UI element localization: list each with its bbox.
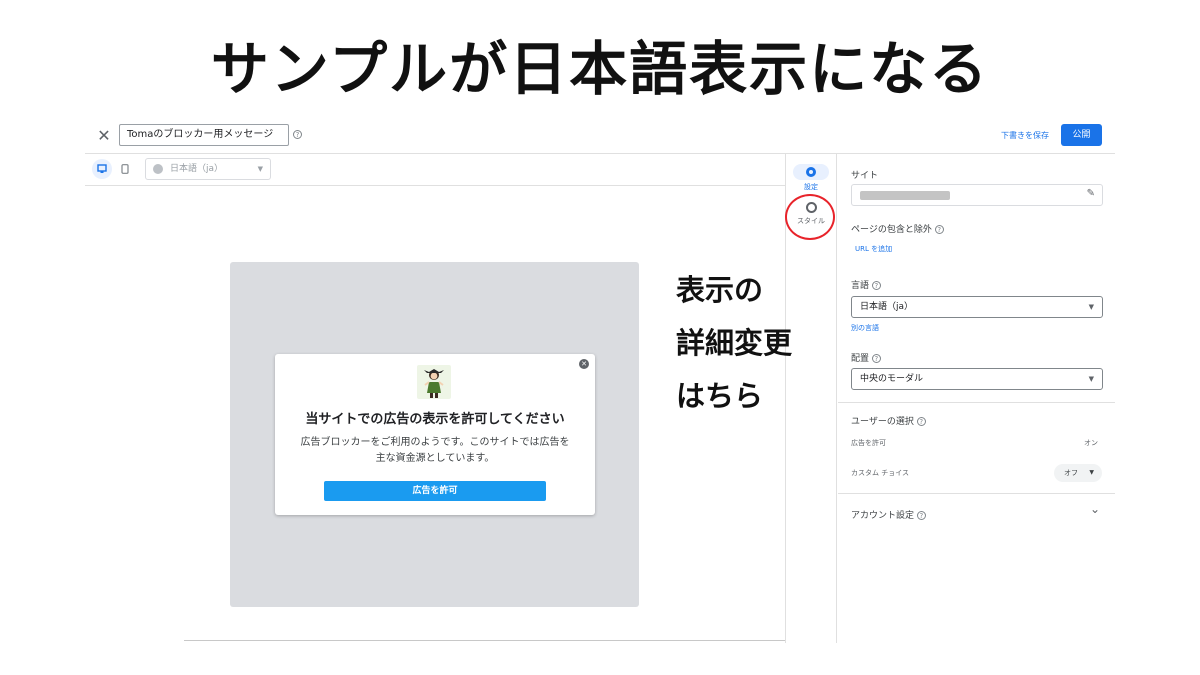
site-value-redacted bbox=[860, 191, 950, 200]
modal-body-line-1: 広告ブロッカーをご利用のようです。このサイトでは広告を bbox=[300, 437, 570, 448]
allow-ads-label: 広告を許可 bbox=[851, 439, 886, 447]
allow-ads-value: オン bbox=[1084, 439, 1098, 447]
annotation-line-1: 表示の bbox=[676, 273, 764, 307]
message-editor: ✕ Tomaのブロッカー用メッセージ ? 下書きを保存 公開 日本語（ja） ▼… bbox=[85, 118, 1115, 643]
rail-style-tab[interactable]: スタイル bbox=[785, 194, 835, 240]
headline: サンプルが日本語表示になる bbox=[210, 35, 990, 103]
close-icon[interactable]: ✕ bbox=[95, 126, 113, 145]
rail-settings-pill bbox=[793, 164, 829, 180]
placement-dropdown[interactable]: 中央のモーダル ▼ bbox=[851, 368, 1103, 390]
site-field[interactable]: ✎ bbox=[851, 184, 1103, 206]
mobile-preview-icon[interactable] bbox=[115, 159, 135, 179]
message-preview-area: ✕ 当サイトでの広告の表示を許可してください 広告ブロッカーをご利用のようです。… bbox=[230, 262, 639, 607]
help-icon[interactable]: ? bbox=[871, 281, 881, 290]
help-icon[interactable]: ? bbox=[916, 511, 926, 520]
chevron-down-icon: ▼ bbox=[1088, 375, 1094, 383]
preview-divider bbox=[184, 640, 785, 641]
highlight-ring bbox=[785, 194, 835, 240]
site-logo-avatar bbox=[417, 365, 451, 399]
page-include-text: ページの包含と除外 bbox=[851, 225, 932, 235]
annotation-line-3: はちら bbox=[676, 379, 764, 413]
placement-dropdown-value: 中央のモーダル bbox=[860, 374, 924, 384]
placement-label-text: 配置 bbox=[851, 354, 870, 364]
help-icon[interactable]: ? bbox=[871, 354, 881, 363]
placement-label: 配置 ? bbox=[851, 351, 881, 364]
preview-toolbar: 日本語（ja） ▼ bbox=[85, 154, 785, 186]
preview-language-value: 日本語（ja） bbox=[170, 164, 224, 174]
rail-settings-tab[interactable]: 設定 bbox=[791, 164, 831, 192]
site-label: サイト bbox=[851, 171, 879, 181]
publish-button[interactable]: 公開 bbox=[1061, 124, 1102, 146]
globe-icon bbox=[153, 164, 163, 174]
help-icon[interactable]: ? bbox=[916, 417, 926, 426]
modal-body-line-2: 主な資金源としています。 bbox=[375, 453, 495, 464]
add-url-link[interactable]: URL を追加 bbox=[855, 244, 892, 254]
panel-divider bbox=[838, 402, 1115, 403]
other-language-link[interactable]: 別の言語 bbox=[851, 323, 879, 333]
preview-modal: ✕ 当サイトでの広告の表示を許可してください 広告ブロッカーをご利用のようです。… bbox=[275, 354, 595, 515]
modal-body: 広告ブロッカーをご利用のようです。このサイトでは広告を 主な資金源としています。 bbox=[287, 435, 583, 467]
user-choice-label-text: ユーザーの選択 bbox=[851, 417, 914, 427]
annotation-text: 表示の 詳細変更 はちら bbox=[676, 264, 792, 423]
custom-choice-toggle[interactable]: オフ ▼ bbox=[1054, 464, 1102, 482]
account-settings-label: アカウント設定 bbox=[851, 511, 915, 521]
rail-settings-label: 設定 bbox=[804, 183, 818, 191]
user-choice-label: ユーザーの選択 ? bbox=[851, 414, 926, 427]
side-rail: 設定 スタイル bbox=[785, 154, 837, 643]
pencil-icon[interactable]: ✎ bbox=[1087, 188, 1095, 199]
language-label-text: 言語 bbox=[851, 281, 870, 291]
expand-chevron-icon[interactable]: ⌄ bbox=[1090, 502, 1100, 516]
chevron-down-icon: ▼ bbox=[257, 165, 263, 173]
help-icon[interactable]: ? bbox=[293, 130, 302, 139]
modal-title: 当サイトでの広告の表示を許可してください bbox=[305, 412, 565, 427]
save-draft-button[interactable]: 下書きを保存 bbox=[1001, 130, 1049, 141]
custom-choice-value: オフ bbox=[1064, 469, 1078, 477]
chevron-down-icon: ▼ bbox=[1089, 469, 1094, 476]
settings-panel: サイト ✎ ページの包含と除外 ? URL を追加 言語 ? 日本語（ja） ▼… bbox=[838, 154, 1115, 643]
account-settings-row[interactable]: アカウント設定 ? bbox=[851, 508, 926, 521]
allow-ads-button[interactable]: 広告を許可 bbox=[324, 481, 546, 501]
annotation-line-2: 詳細変更 bbox=[676, 326, 793, 360]
help-icon[interactable]: ? bbox=[934, 225, 944, 234]
message-name-input[interactable]: Tomaのブロッカー用メッセージ bbox=[119, 124, 289, 146]
preview-language-select[interactable]: 日本語（ja） ▼ bbox=[145, 158, 271, 180]
modal-close-icon[interactable]: ✕ bbox=[579, 359, 589, 369]
page-include-label: ページの包含と除外 ? bbox=[851, 222, 944, 235]
language-label: 言語 ? bbox=[851, 278, 881, 291]
desktop-preview-icon[interactable] bbox=[92, 159, 112, 179]
chevron-down-icon: ▼ bbox=[1088, 303, 1094, 311]
editor-top-bar: ✕ Tomaのブロッカー用メッセージ ? 下書きを保存 公開 bbox=[85, 118, 1115, 154]
gear-icon bbox=[806, 167, 816, 177]
language-dropdown-value: 日本語（ja） bbox=[860, 302, 914, 312]
language-dropdown[interactable]: 日本語（ja） ▼ bbox=[851, 296, 1103, 318]
panel-divider bbox=[838, 493, 1115, 494]
custom-choice-label: カスタム チョイス bbox=[851, 469, 910, 477]
